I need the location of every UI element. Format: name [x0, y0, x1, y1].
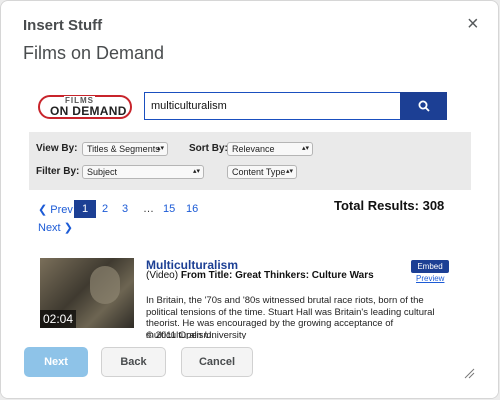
back-button[interactable]: Back	[101, 347, 166, 377]
select-arrows-icon: ▴▾	[301, 145, 309, 152]
video-duration: 02:04	[40, 310, 76, 328]
sort-by-select[interactable]: Relevance ▴▾	[227, 142, 313, 156]
select-arrows-icon: ▴▾	[156, 145, 164, 152]
view-by-select[interactable]: Titles & Segments ▴▾	[82, 142, 168, 156]
thumbnail-figure	[90, 266, 120, 304]
prev-link[interactable]: ❮ Prev	[38, 203, 73, 216]
result-subtitle: (Video) From Title: Great Thinkers: Cult…	[146, 270, 376, 282]
page-16[interactable]: 16	[186, 203, 198, 215]
filter-panel: View By: Titles & Segments ▴▾ Sort By: Re…	[29, 132, 471, 190]
sort-by-value: Relevance	[232, 144, 275, 154]
next-button[interactable]: Next	[24, 347, 88, 377]
embed-button[interactable]: Embed	[411, 260, 449, 273]
insert-stuff-dialog: Insert Stuff × Films on Demand FILMS ON …	[0, 0, 499, 399]
select-arrows-icon: ▴▾	[192, 168, 200, 175]
view-by-label: View By:	[36, 143, 78, 154]
preview-link[interactable]: Preview	[416, 274, 444, 283]
view-by-value: Titles & Segments	[87, 144, 160, 154]
chevron-left-icon: ❮	[38, 204, 48, 216]
search-input[interactable]: multiculturalism	[144, 92, 402, 120]
select-arrows-icon: ▴▾	[285, 168, 293, 175]
total-results: Total Results: 308	[334, 198, 445, 213]
filter-by-label: Filter By:	[36, 166, 80, 177]
close-icon[interactable]: ×	[467, 14, 479, 34]
search-icon	[418, 100, 430, 112]
dialog-footer: Next Back Cancel	[1, 339, 498, 398]
films-on-demand-logo: FILMS ON DEMAND	[38, 95, 132, 119]
next-link[interactable]: Next ❯	[38, 221, 73, 234]
logo-on-demand-text: ON DEMAND	[50, 104, 127, 118]
cancel-button[interactable]: Cancel	[181, 347, 253, 377]
filter-by-select[interactable]: Subject ▴▾	[82, 165, 204, 179]
next-label: Next	[38, 222, 61, 234]
content-type-select[interactable]: Content Type ▴▾	[227, 165, 297, 179]
result-type: (Video)	[146, 270, 179, 281]
dialog-title: Insert Stuff	[23, 17, 103, 34]
page-1[interactable]: 1	[74, 200, 96, 218]
content-type-value: Content Type	[232, 167, 286, 177]
page-15[interactable]: 15	[163, 203, 175, 215]
chevron-right-icon: ❯	[63, 222, 73, 234]
prev-label: Prev	[50, 204, 73, 216]
search-button[interactable]	[400, 92, 447, 120]
page-ellipsis: …	[143, 203, 154, 215]
result-from-title: From Title: Great Thinkers: Culture Wars	[180, 270, 374, 281]
page-2[interactable]: 2	[102, 203, 108, 215]
page-heading: Films on Demand	[23, 43, 165, 63]
filter-by-value: Subject	[87, 167, 118, 177]
page-3[interactable]: 3	[122, 203, 128, 215]
sort-by-label: Sort By:	[189, 143, 228, 154]
resize-handle-icon[interactable]	[463, 367, 475, 379]
